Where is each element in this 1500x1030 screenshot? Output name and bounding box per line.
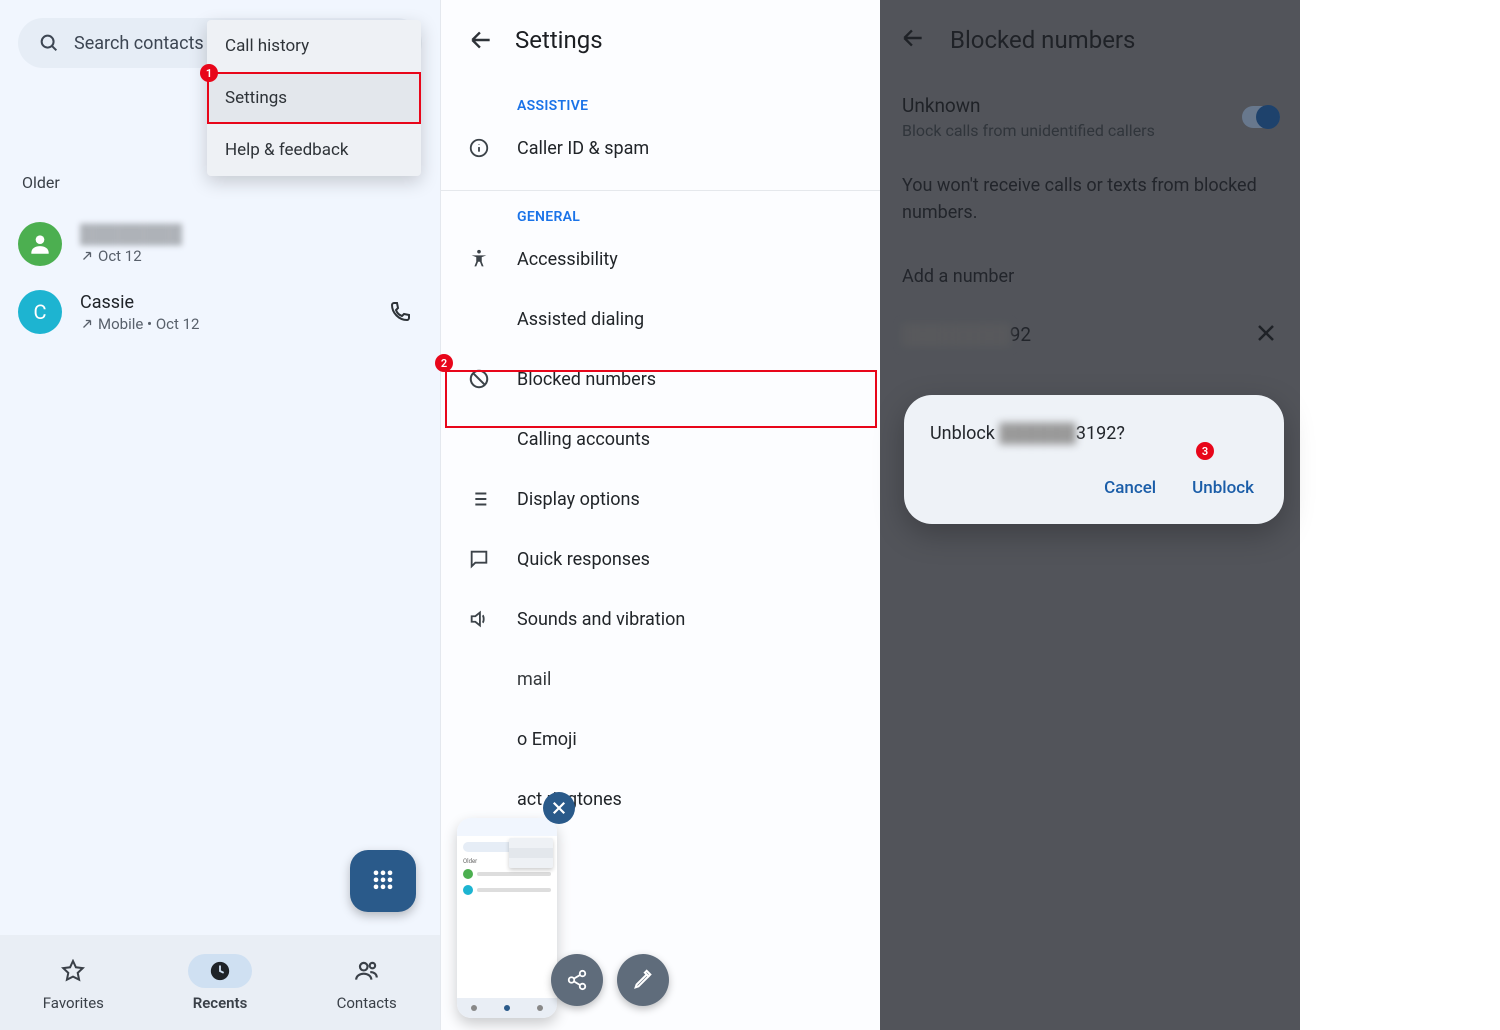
screenshot-thumbnail-wrap: Older — [457, 794, 675, 1018]
contact-name: Cassie — [80, 292, 378, 313]
contact-row[interactable]: C Cassie Mobile • Oct 12 — [0, 278, 440, 346]
unblock-button[interactable]: Unblock — [1188, 472, 1258, 504]
call-button[interactable] — [378, 300, 422, 324]
setting-quick-responses[interactable]: Quick responses — [441, 529, 880, 589]
message-icon — [468, 548, 490, 570]
phone-icon — [388, 300, 412, 324]
back-button[interactable] — [461, 27, 501, 53]
contact-info: Cassie Mobile • Oct 12 — [80, 292, 378, 333]
block-icon — [468, 368, 490, 390]
menu-settings[interactable]: Settings — [207, 72, 421, 124]
step-badge-3: 3 — [1196, 442, 1214, 460]
nav-contacts[interactable]: Contacts — [293, 935, 440, 1030]
step-badge-1: 1 — [200, 64, 218, 82]
share-button[interactable] — [551, 954, 603, 1006]
settings-panel: Settings ASSISTIVE Caller ID & spam GENE… — [440, 0, 880, 1030]
close-icon — [550, 799, 568, 817]
cancel-button[interactable]: Cancel — [1100, 472, 1160, 504]
list-icon — [468, 488, 490, 510]
info-icon — [468, 137, 490, 159]
screenshot-thumbnail[interactable]: Older — [457, 818, 557, 1018]
contact-info: ████████ Oct 12 — [80, 224, 422, 265]
dialpad-icon — [369, 867, 397, 895]
clock-icon — [209, 960, 231, 982]
step-badge-2: 2 — [435, 354, 453, 372]
pencil-icon — [632, 969, 654, 991]
setting-display-options[interactable]: Display options — [441, 469, 880, 529]
recents-panel: Search contacts Call history Settings He… — [0, 0, 440, 1030]
setting-assisted-dialing[interactable]: Assisted dialing — [441, 289, 880, 349]
dialog-number-redacted: ██████ — [999, 423, 1076, 444]
setting-mail-partial[interactable]: mail — [441, 649, 880, 709]
nav-favorites[interactable]: Favorites — [0, 935, 147, 1030]
setting-emoji-partial[interactable]: o Emoji — [441, 709, 880, 769]
group-general: GENERAL — [441, 191, 880, 229]
blocked-numbers-panel: Blocked numbers Unknown Block calls from… — [880, 0, 1300, 1030]
setting-sounds[interactable]: Sounds and vibration — [441, 589, 880, 649]
avatar — [18, 222, 62, 266]
outgoing-arrow-icon — [80, 249, 94, 263]
contact-meta: Oct 12 — [80, 247, 422, 265]
search-icon — [38, 32, 60, 54]
edit-button[interactable] — [617, 954, 669, 1006]
outgoing-arrow-icon — [80, 317, 94, 331]
settings-title: Settings — [515, 26, 603, 54]
menu-call-history[interactable]: Call history — [207, 20, 421, 72]
setting-caller-id[interactable]: Caller ID & spam — [441, 118, 880, 178]
unblock-dialog: Unblock ██████3192? Cancel Unblock — [904, 395, 1284, 524]
star-icon — [61, 959, 85, 983]
people-icon — [354, 958, 380, 984]
person-icon — [27, 231, 53, 257]
contact-row[interactable]: ████████ Oct 12 — [0, 210, 440, 278]
share-icon — [566, 969, 588, 991]
search-placeholder: Search contacts — [74, 33, 204, 54]
dialog-message: Unblock ██████3192? — [930, 423, 1258, 444]
setting-blocked-numbers[interactable]: Blocked numbers — [441, 349, 880, 409]
avatar: C — [18, 290, 62, 334]
sound-icon — [468, 608, 490, 630]
contact-name-redacted: ████████ — [80, 224, 422, 245]
nav-recents[interactable]: Recents — [147, 935, 294, 1030]
accessibility-icon — [468, 248, 490, 270]
settings-header: Settings — [441, 0, 880, 80]
dialpad-fab[interactable] — [350, 850, 416, 912]
thumbnail-close-button[interactable] — [543, 792, 575, 824]
arrow-left-icon — [468, 27, 494, 53]
bottom-nav: Favorites Recents Contacts — [0, 935, 440, 1030]
setting-calling-accounts[interactable]: Calling accounts — [441, 409, 880, 469]
menu-help[interactable]: Help & feedback — [207, 124, 421, 176]
overflow-menu: Call history Settings Help & feedback — [207, 20, 421, 176]
setting-accessibility[interactable]: Accessibility — [441, 229, 880, 289]
contact-meta: Mobile • Oct 12 — [80, 315, 378, 333]
group-assistive: ASSISTIVE — [441, 80, 880, 118]
